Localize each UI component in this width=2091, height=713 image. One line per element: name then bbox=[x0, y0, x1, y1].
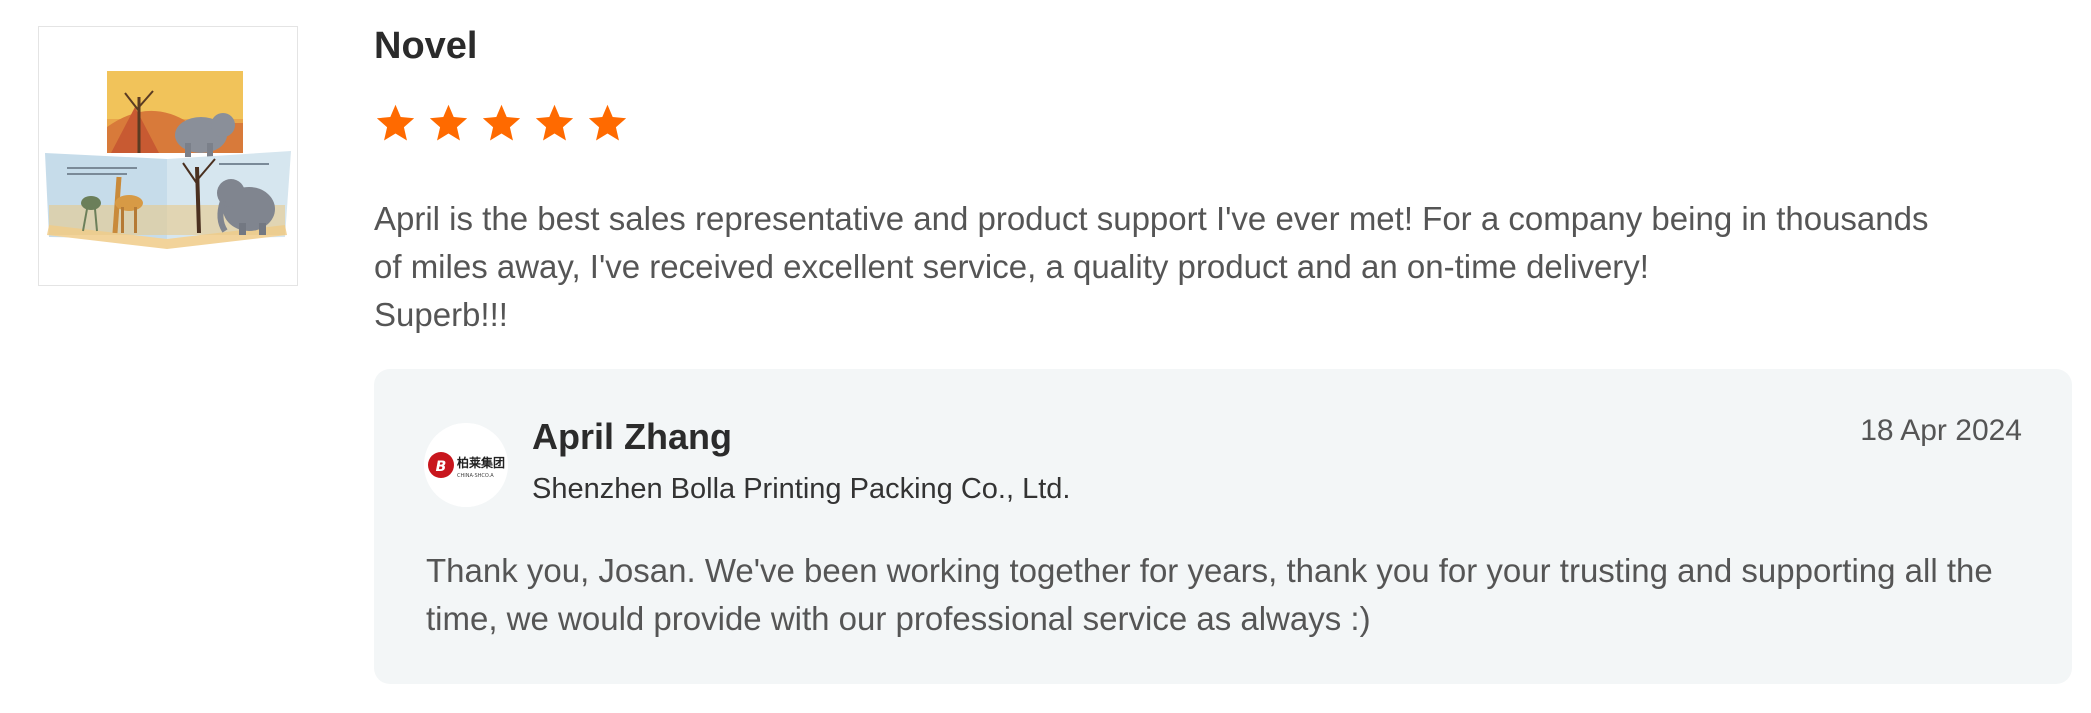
svg-text:B: B bbox=[436, 459, 447, 475]
star-icon bbox=[586, 102, 629, 150]
star-rating bbox=[374, 102, 629, 150]
reply-text: Thank you, Josan. We've been working tog… bbox=[426, 552, 1993, 637]
seller-reply: B 柏莱集团 CHINA·SHCO.A April Zhang Shenzhen… bbox=[374, 369, 2072, 684]
review-block: Novel April is the best sales representa… bbox=[374, 22, 2074, 333]
seller-logo-english: CHINA·SHCO.A bbox=[457, 473, 494, 479]
star-icon bbox=[480, 102, 523, 150]
seller-company[interactable]: Shenzhen Bolla Printing Packing Co., Ltd… bbox=[532, 469, 1070, 509]
product-name[interactable]: Novel bbox=[374, 22, 2074, 70]
star-icon bbox=[374, 102, 417, 150]
seller-logo-chinese: 柏莱集团 bbox=[457, 455, 505, 470]
reply-date: 18 Apr 2024 bbox=[1860, 414, 2022, 447]
star-icon bbox=[427, 102, 470, 150]
product-image[interactable] bbox=[38, 26, 298, 286]
seller-logo: B 柏莱集团 CHINA·SHCO.A bbox=[424, 423, 508, 507]
star-icon bbox=[533, 102, 576, 150]
review-text: April is the best sales representative a… bbox=[374, 200, 1929, 333]
seller-name: April Zhang bbox=[532, 416, 732, 457]
